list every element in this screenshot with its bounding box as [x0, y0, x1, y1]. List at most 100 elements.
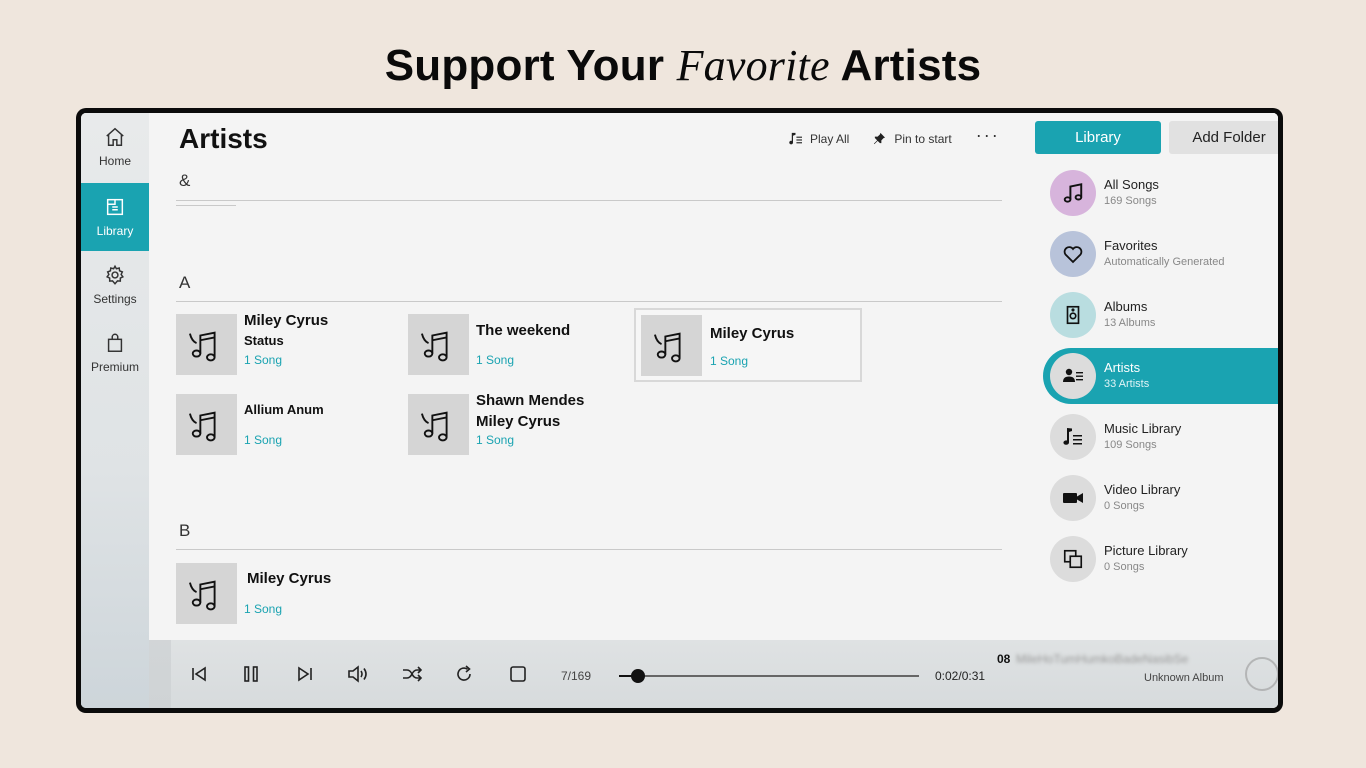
shopping-bag-icon	[107, 333, 123, 352]
artist-thumbnail	[176, 563, 237, 624]
library-item-title: Music Library	[1104, 421, 1182, 436]
headline-part-1: Support Your	[384, 41, 677, 90]
library-item-subtitle: 109 Songs	[1104, 439, 1157, 451]
pin-icon	[874, 132, 886, 145]
seek-track[interactable]	[639, 675, 919, 677]
music-notes-icon	[420, 330, 448, 361]
home-icon	[106, 127, 124, 146]
section-divider	[176, 549, 1002, 550]
artist-name-secondary: Miley Cyrus	[476, 413, 561, 430]
library-item-artists[interactable]: Artists 33 Artists	[1043, 348, 1278, 404]
shuffle-icon[interactable]	[401, 664, 423, 684]
library-icon	[106, 198, 124, 216]
seek-knob[interactable]	[631, 669, 645, 683]
nav-label-premium: Premium	[90, 360, 139, 374]
device-frame: Home Library Settings Premium Artists Pl	[76, 108, 1283, 713]
artist-song-count: 1 Song	[476, 353, 515, 367]
next-track-icon[interactable]	[295, 664, 315, 684]
music-notes-icon	[420, 410, 448, 441]
artist-card[interactable]: Allium Anum 1 Song	[176, 394, 396, 460]
music-library-badge	[1050, 414, 1096, 460]
music-notes-icon	[188, 330, 216, 361]
artist-card[interactable]: Miley Cyrus Status 1 Song	[176, 312, 396, 380]
library-item-title: Favorites	[1104, 238, 1158, 253]
add-folder-button[interactable]: Add Folder	[1169, 121, 1278, 154]
headline-italic: Favorite	[676, 41, 830, 90]
library-item-favorites[interactable]: Favorites Automatically Generated	[1043, 226, 1278, 282]
left-nav: Home Library Settings Premium	[81, 113, 149, 708]
pin-to-start-label: Pin to start	[894, 131, 952, 146]
all-songs-badge	[1050, 170, 1096, 216]
artists-badge	[1050, 353, 1096, 399]
artist-name: The weekend	[476, 322, 571, 339]
artist-card-selected[interactable]: Miley Cyrus 1 Song	[634, 308, 862, 382]
section-divider	[176, 200, 1002, 201]
library-item-title: Albums	[1104, 299, 1148, 314]
more-options-button[interactable]: ···	[976, 125, 1000, 146]
play-list-icon	[789, 132, 802, 145]
artist-song-count: 1 Song	[476, 433, 515, 447]
artist-song-count: 1 Song	[710, 354, 749, 368]
album-art-icon[interactable]	[1245, 657, 1278, 691]
artist-thumbnail	[408, 314, 469, 375]
section-divider	[176, 301, 1002, 302]
favorites-badge	[1050, 231, 1096, 277]
nav-label-home: Home	[98, 154, 131, 168]
repeat-icon[interactable]	[454, 664, 474, 684]
artist-name: Allium Anum	[244, 402, 324, 417]
artist-name: Miley Cyrus	[247, 570, 332, 587]
toolbar: Play All Pin to start ···	[789, 125, 1000, 146]
nav-item-library[interactable]: Library	[81, 183, 149, 251]
previous-track-icon[interactable]	[189, 664, 209, 684]
library-item-title: Video Library	[1104, 482, 1181, 497]
video-camera-icon	[1063, 493, 1083, 503]
picture-icon	[1063, 549, 1083, 569]
music-notes-icon	[1063, 183, 1083, 203]
artist-name: Miley Cyrus	[244, 312, 329, 329]
headline-part-2: Artists	[829, 41, 982, 90]
music-notes-icon	[188, 579, 216, 610]
music-notes-icon	[653, 331, 681, 362]
library-item-music-library[interactable]: Music Library 109 Songs	[1043, 409, 1278, 465]
stop-icon[interactable]	[508, 664, 528, 684]
pause-icon[interactable]	[241, 664, 261, 684]
nav-item-premium[interactable]: Premium	[81, 319, 149, 387]
library-item-title: All Songs	[1104, 177, 1159, 192]
nav-item-settings[interactable]: Settings	[81, 251, 149, 319]
artist-thumbnail	[408, 394, 469, 455]
library-item-picture-library[interactable]: Picture Library 0 Songs	[1043, 531, 1278, 587]
nav-label-library: Library	[96, 224, 134, 238]
playback-time: 0:02/0:31	[935, 669, 986, 683]
artist-name-secondary: Status	[244, 333, 284, 348]
headline: Support Your Favorite Artists	[0, 40, 1366, 91]
artist-card[interactable]: The weekend 1 Song	[408, 314, 628, 380]
library-item-all-songs[interactable]: All Songs 169 Songs	[1043, 165, 1278, 221]
library-item-subtitle: 0 Songs	[1104, 500, 1145, 512]
artist-thumbnail	[176, 314, 237, 375]
artist-name: Miley Cyrus	[710, 325, 795, 342]
gear-icon	[106, 264, 124, 285]
player-bar: 7/169 0:02/0:31 08 MileHoTumHumkoBadeNas…	[171, 640, 1278, 708]
volume-icon[interactable]	[347, 664, 369, 684]
artist-name: Shawn Mendes	[476, 392, 585, 409]
video-library-badge	[1050, 475, 1096, 521]
library-item-subtitle: Automatically Generated	[1104, 256, 1225, 268]
now-playing-album: Unknown Album	[1144, 672, 1224, 684]
library-item-subtitle: 33 Artists	[1104, 378, 1150, 390]
pin-to-start-button[interactable]: Pin to start	[873, 131, 952, 146]
library-item-video-library[interactable]: Video Library 0 Songs	[1043, 470, 1278, 526]
nav-item-home[interactable]: Home	[81, 113, 149, 181]
artist-icon	[1063, 368, 1083, 382]
artist-song-count: 1 Song	[244, 353, 283, 367]
artist-card[interactable]: Miley Cyrus 1 Song	[176, 563, 396, 629]
albums-badge	[1050, 292, 1096, 338]
section-letter-b: B	[179, 521, 191, 540]
artist-card[interactable]: Shawn Mendes Miley Cyrus 1 Song	[408, 392, 628, 460]
artist-song-count: 1 Song	[244, 433, 283, 447]
now-playing-track-number: 08	[997, 652, 1011, 666]
library-button[interactable]: Library	[1035, 121, 1161, 154]
play-all-button[interactable]: Play All	[789, 132, 849, 146]
library-item-albums[interactable]: Albums 13 Albums	[1043, 287, 1278, 343]
now-playing-title: MileHoTumHumkoBadeNasibSe	[1016, 652, 1189, 666]
library-item-subtitle: 13 Albums	[1104, 317, 1156, 329]
